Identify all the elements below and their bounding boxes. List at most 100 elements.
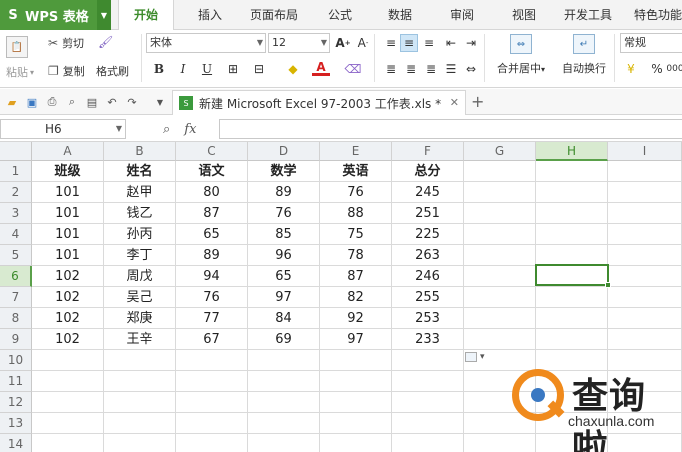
row-header-12[interactable]: 12 [0,392,32,413]
cell-e13[interactable] [320,413,392,434]
row-header-11[interactable]: 11 [0,371,32,392]
redo-icon[interactable]: ↷ [124,94,140,110]
cell-h4[interactable] [536,224,608,245]
cell-h8[interactable] [536,308,608,329]
cell-i7[interactable] [608,287,682,308]
cell-i2[interactable] [608,182,682,203]
row-header-6[interactable]: 6 [0,266,32,287]
cell-a1[interactable]: 班级 [32,161,104,182]
align-top-icon[interactable]: ≡ [382,34,400,52]
cell-i6[interactable] [608,266,682,287]
column-header-i[interactable]: I [608,142,682,161]
cell-b2[interactable]: 赵甲 [104,182,176,203]
column-header-f[interactable]: F [392,142,464,161]
paste-label[interactable]: 粘贴 ▾ [6,64,34,80]
cell-d1[interactable]: 数学 [248,161,320,182]
cell-g1[interactable] [464,161,536,182]
print-icon[interactable]: ⎙ [44,94,60,110]
tab-developer[interactable]: 开发工具 [558,0,618,30]
copy-button[interactable]: ❐ 复制 [48,63,85,79]
cell-c11[interactable] [176,371,248,392]
cell-c10[interactable] [176,350,248,371]
wrap-text-button[interactable]: ↵ 自动换行 [556,34,612,76]
italic-button[interactable]: I [174,60,192,78]
align-middle-icon[interactable]: ≡ [400,34,418,52]
cell-h1[interactable] [536,161,608,182]
column-header-e[interactable]: E [320,142,392,161]
cell-f12[interactable] [392,392,464,413]
cell-d3[interactable]: 76 [248,203,320,224]
cell-d11[interactable] [248,371,320,392]
cell-d6[interactable]: 65 [248,266,320,287]
cell-a8[interactable]: 102 [32,308,104,329]
column-header-h[interactable]: H [536,142,608,161]
cell-f11[interactable] [392,371,464,392]
cell-a11[interactable] [32,371,104,392]
clear-format-icon[interactable]: ⌫ [344,60,362,78]
cell-f5[interactable]: 263 [392,245,464,266]
cell-d9[interactable]: 69 [248,329,320,350]
cell-b9[interactable]: 王辛 [104,329,176,350]
cell-a14[interactable] [32,434,104,452]
indent-increase-icon[interactable]: ⇥ [462,34,480,52]
app-menu-button[interactable]: S WPS 表格 ▼ [0,0,111,30]
cell-b7[interactable]: 吴己 [104,287,176,308]
cut-button[interactable]: ✂ 剪切 [48,35,84,51]
cell-c2[interactable]: 80 [176,182,248,203]
align-center-icon[interactable]: ≣ [402,60,420,78]
format-painter-button[interactable]: 格式刷 [96,63,129,79]
cell-e5[interactable]: 78 [320,245,392,266]
cell-c13[interactable] [176,413,248,434]
tab-review[interactable]: 审阅 [440,0,484,30]
cell-a10[interactable] [32,350,104,371]
open-folder-icon[interactable]: ▰ [4,94,20,110]
print-preview-icon[interactable]: ⌕ [64,94,80,110]
cell-g2[interactable] [464,182,536,203]
cell-e4[interactable]: 75 [320,224,392,245]
cell-g4[interactable] [464,224,536,245]
cell-g9[interactable] [464,329,536,350]
bold-button[interactable]: B [150,60,168,78]
column-header-a[interactable]: A [32,142,104,161]
number-format-select[interactable]: 常规 [620,33,682,53]
border-icon[interactable]: ⊞ [224,60,242,78]
increase-font-icon[interactable]: A + [334,34,352,52]
row-header-3[interactable]: 3 [0,203,32,224]
document-tab[interactable]: S 新建 Microsoft Excel 97-2003 工作表.xls * ✕ [172,90,466,115]
distribute-icon[interactable]: ⇔ [462,60,480,78]
cell-e9[interactable]: 97 [320,329,392,350]
tab-start[interactable]: 开始 [118,0,174,31]
thousands-button[interactable]: 000 [666,60,682,78]
justify-icon[interactable]: ☰ [442,60,460,78]
cell-h5[interactable] [536,245,608,266]
fx-button[interactable]: fx [184,122,196,137]
close-icon[interactable]: ✕ [450,96,459,109]
cell-e10[interactable] [320,350,392,371]
cell-f9[interactable]: 233 [392,329,464,350]
cell-c4[interactable]: 65 [176,224,248,245]
cell-e8[interactable]: 92 [320,308,392,329]
align-left-icon[interactable]: ≣ [382,60,400,78]
column-header-d[interactable]: D [248,142,320,161]
tab-insert[interactable]: 插入 [186,0,234,30]
cell-h3[interactable] [536,203,608,224]
cell-g8[interactable] [464,308,536,329]
cell-d5[interactable]: 96 [248,245,320,266]
cell-d2[interactable]: 89 [248,182,320,203]
column-header-b[interactable]: B [104,142,176,161]
row-header-2[interactable]: 2 [0,182,32,203]
merge-center-button[interactable]: ⇔ 合并居中▾ [490,34,552,76]
cell-b1[interactable]: 姓名 [104,161,176,182]
cell-e11[interactable] [320,371,392,392]
row-header-4[interactable]: 4 [0,224,32,245]
cell-d10[interactable] [248,350,320,371]
cell-e7[interactable]: 82 [320,287,392,308]
cell-i3[interactable] [608,203,682,224]
cell-i9[interactable] [608,329,682,350]
cell-c7[interactable]: 76 [176,287,248,308]
cell-c6[interactable]: 94 [176,266,248,287]
cell-b6[interactable]: 周戊 [104,266,176,287]
cell-e3[interactable]: 88 [320,203,392,224]
cell-d13[interactable] [248,413,320,434]
cell-i4[interactable] [608,224,682,245]
